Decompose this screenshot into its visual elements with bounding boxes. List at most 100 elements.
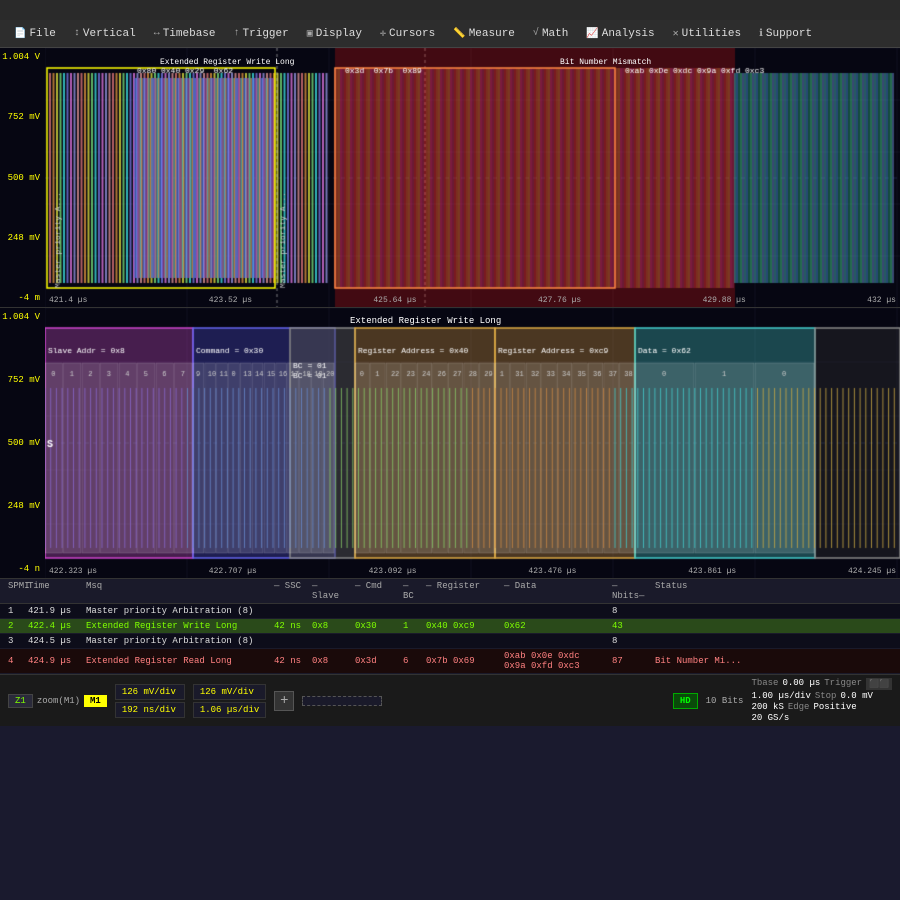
zoom-channel: M1 xyxy=(84,695,107,707)
table-row-2[interactable]: 2 422.4 µs Extended Register Write Long … xyxy=(0,619,900,634)
header-reg: — Register xyxy=(426,581,496,601)
lower-y-3: 248 mV xyxy=(2,501,43,511)
lower-y-0: 1.004 V xyxy=(2,312,43,322)
row1-nbits: 8 xyxy=(612,606,647,616)
edge-polarity: Positive xyxy=(813,702,856,712)
zoom-label: Z1 xyxy=(8,694,33,708)
hd-badge: HD xyxy=(673,693,698,709)
row4-status: Bit Number Mi... xyxy=(655,656,892,666)
lower-y-2: 500 mV xyxy=(2,438,43,448)
sample-rate1: 200 kS xyxy=(751,702,783,712)
row2-ssc: 42 ns xyxy=(274,621,304,631)
menu-cursors[interactable]: ✛ Cursors xyxy=(372,26,443,42)
menu-vertical[interactable]: ↕ Vertical xyxy=(66,26,144,42)
menu-trigger[interactable]: ↑ Trigger xyxy=(226,26,297,42)
row3-msg: Master priority Arbitration (8) xyxy=(86,636,266,646)
menu-measure[interactable]: 📏 Measure xyxy=(445,26,523,42)
y-label-0: 1.004 V xyxy=(2,52,43,62)
support-icon: ℹ xyxy=(759,28,763,40)
display-icon: ▣ xyxy=(307,28,313,40)
edge-label: Edge xyxy=(788,702,810,712)
lower-x-2: 423.092 µs xyxy=(369,567,417,576)
table-row-1[interactable]: 1 421.9 µs Master priority Arbitration (… xyxy=(0,604,900,619)
div-container: 126 mV/div 192 ns/div xyxy=(115,684,185,718)
menu-file[interactable]: 📄 File xyxy=(6,26,64,42)
row3-time: 424.5 µs xyxy=(28,636,78,646)
header-cmd: — Cmd xyxy=(355,581,395,601)
table-header: SPMI Time Msq — SSC — Slave — Cmd — BC —… xyxy=(0,579,900,604)
tbase-row3: 200 kS Edge Positive xyxy=(751,702,892,712)
menu-timebase[interactable]: ↔ Timebase xyxy=(146,26,224,42)
menu-cursors-label: Cursors xyxy=(389,28,435,40)
zoom-mode: zoom(M1) xyxy=(37,696,80,706)
row2-cmd: 0x30 xyxy=(355,621,395,631)
timebase-icon: ↔ xyxy=(154,28,160,39)
header-msg: Msq xyxy=(86,581,266,601)
lower-y-axis: 1.004 V 752 mV 500 mV 248 mV -4 n xyxy=(0,308,45,578)
div1-box[interactable]: 126 mV/div xyxy=(115,684,185,700)
row3-num: 3 xyxy=(8,636,20,646)
lower-x-5: 424.245 µs xyxy=(848,567,896,576)
sample-rate2: 20 GS/s xyxy=(751,713,789,723)
header-data: — Data xyxy=(504,581,604,601)
trigger-channel: ⬛⬛ xyxy=(866,678,892,690)
row4-slave: 0x8 xyxy=(312,656,347,666)
header-time: Time xyxy=(28,581,78,601)
row2-time: 422.4 µs xyxy=(28,621,78,631)
x-label-1: 423.52 µs xyxy=(209,296,252,305)
div2-box[interactable]: 192 ns/div xyxy=(115,702,185,718)
header-num: SPMI xyxy=(8,581,20,601)
div1-label: 126 mV/div xyxy=(122,687,176,697)
trigger-label: Trigger xyxy=(824,678,862,690)
menu-utilities[interactable]: ✕ Utilities xyxy=(665,26,749,42)
lower-x-1: 422.707 µs xyxy=(209,567,257,576)
bits-badge: 10 Bits xyxy=(706,696,744,706)
menubar: 📄 File ↕ Vertical ↔ Timebase ↑ Trigger ▣… xyxy=(0,20,900,48)
trigger-value: 0.0 mV xyxy=(840,691,872,701)
y-label-2: 500 mV xyxy=(2,173,43,183)
y-label-4: -4 m xyxy=(2,293,43,303)
menu-analysis[interactable]: 📈 Analysis xyxy=(578,26,662,42)
menu-measure-label: Measure xyxy=(469,28,515,40)
upper-panel: 1.004 V 752 mV 500 mV 248 mV -4 m 421.4 … xyxy=(0,48,900,308)
div-value-container: 126 mV/div 1.06 µs/div xyxy=(193,684,266,718)
div2-value: 1.06 µs/div xyxy=(200,705,259,715)
tbase-box: Tbase 0.00 µs Trigger ⬛⬛ 1.00 µs/div Sto… xyxy=(751,678,892,723)
lower-x-4: 423.861 µs xyxy=(688,567,736,576)
menu-math[interactable]: √ Math xyxy=(525,26,576,42)
row2-slave: 0x8 xyxy=(312,621,347,631)
menu-file-label: File xyxy=(29,28,55,40)
menu-support[interactable]: ℹ Support xyxy=(751,26,820,42)
y-label-3: 248 mV xyxy=(2,233,43,243)
row2-nbits: 43 xyxy=(612,621,647,631)
table-row-4[interactable]: 4 424.9 µs Extended Register Read Long 4… xyxy=(0,649,900,674)
math-icon: √ xyxy=(533,28,539,39)
div2-value-box[interactable]: 1.06 µs/div xyxy=(193,702,266,718)
status-bar: Z1 zoom(M1) M1 126 mV/div 192 ns/div 126… xyxy=(0,674,900,726)
table-row-3[interactable]: 3 424.5 µs Master priority Arbitration (… xyxy=(0,634,900,649)
row2-msg: Extended Register Write Long xyxy=(86,621,266,631)
file-icon: 📄 xyxy=(14,28,26,40)
tbase-row4: 20 GS/s xyxy=(751,713,892,723)
row1-time: 421.9 µs xyxy=(28,606,78,616)
menu-timebase-label: Timebase xyxy=(163,28,216,40)
header-status: Status xyxy=(655,581,892,601)
lower-y-1: 752 mV xyxy=(2,375,43,385)
div1-value-box[interactable]: 126 mV/div xyxy=(193,684,266,700)
x-label-2: 425.64 µs xyxy=(373,296,416,305)
menu-display[interactable]: ▣ Display xyxy=(299,26,370,42)
add-channel-button[interactable]: + xyxy=(274,691,294,711)
row2-reg: 0x40 0xc9 xyxy=(426,621,496,631)
row2-num: 2 xyxy=(8,621,20,631)
row2-bc: 1 xyxy=(403,621,418,631)
lower-x-axis: 422.323 µs 422.707 µs 423.092 µs 423.476… xyxy=(45,567,900,576)
utilities-icon: ✕ xyxy=(673,28,679,40)
data-table: SPMI Time Msq — SSC — Slave — Cmd — BC —… xyxy=(0,578,900,674)
tbase-row2: 1.00 µs/div Stop 0.0 mV xyxy=(751,691,892,701)
menu-utilities-label: Utilities xyxy=(682,28,741,40)
cursors-icon: ✛ xyxy=(380,28,386,40)
menu-trigger-label: Trigger xyxy=(243,28,289,40)
menu-vertical-label: Vertical xyxy=(83,28,136,40)
row4-ssc: 42 ns xyxy=(274,656,304,666)
row4-msg: Extended Register Read Long xyxy=(86,656,266,666)
